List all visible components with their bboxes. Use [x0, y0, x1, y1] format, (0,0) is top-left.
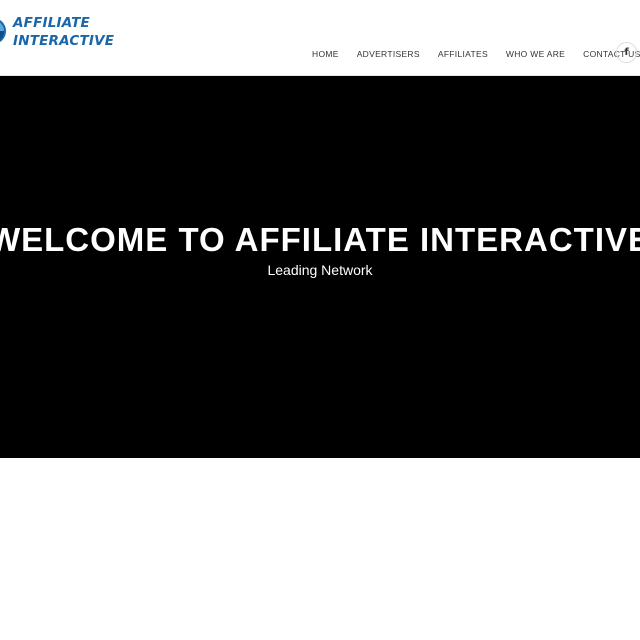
nav-affiliates[interactable]: AFFILIATES: [438, 49, 488, 59]
site-logo[interactable]: AFFILIATE INTERACTIVE: [0, 12, 120, 52]
logo-line-2: INTERACTIVE: [13, 33, 115, 49]
hero-banner: WELCOME TO AFFILIATE INTERACTIVE Leading…: [0, 76, 640, 458]
nav-who-we-are[interactable]: WHO WE ARE: [506, 49, 565, 59]
logo-wordmark: AFFILIATE INTERACTIVE: [13, 14, 114, 50]
hero-title: WELCOME TO AFFILIATE INTERACTIVE: [0, 221, 640, 258]
logo-line-1: AFFILIATE: [13, 15, 90, 31]
facebook-icon[interactable]: f: [616, 42, 637, 63]
hero-subtitle: Leading Network: [267, 262, 373, 278]
logo-globe-icon: [0, 20, 6, 42]
site-header: AFFILIATE INTERACTIVE HOME ADVERTISERS A…: [0, 0, 640, 76]
main-nav: HOME ADVERTISERS AFFILIATES WHO WE ARE C…: [306, 47, 640, 61]
page: AFFILIATE INTERACTIVE HOME ADVERTISERS A…: [0, 0, 640, 640]
nav-advertisers[interactable]: ADVERTISERS: [357, 49, 420, 59]
content-area: [0, 458, 640, 640]
nav-home[interactable]: HOME: [312, 49, 339, 59]
